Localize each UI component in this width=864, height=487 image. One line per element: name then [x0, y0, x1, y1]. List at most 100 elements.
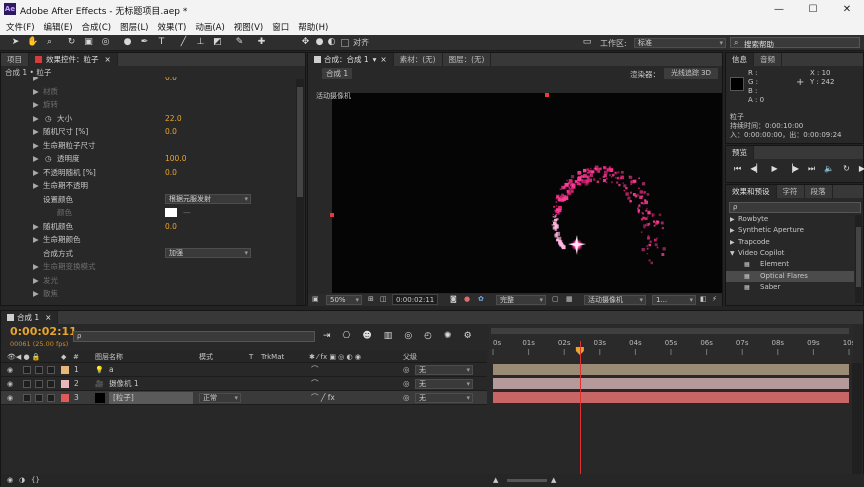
brush-tool-icon[interactable]: ╱ [178, 37, 189, 48]
menu-window[interactable]: 窗口 [272, 21, 289, 33]
effect-property-row[interactable]: ▶ ◷ 大小 22.0 [1, 112, 295, 125]
workspace-select[interactable]: 标准 [634, 38, 726, 48]
resolution-select[interactable]: 完整 [496, 295, 546, 305]
expand-arrow-icon[interactable]: ▶ [33, 98, 39, 111]
toggle-in-out-icon[interactable]: {} [31, 474, 40, 487]
shy-layers-icon[interactable]: ☻ [362, 331, 371, 341]
effect-property-row[interactable]: ▶ 生命期粒子尺寸 [1, 139, 295, 152]
timeline-current-time[interactable]: 0:00:02:11 [10, 325, 77, 338]
local-axis-icon[interactable]: ✥ [300, 37, 311, 48]
fast-preview-icon[interactable]: ⚡ [712, 295, 717, 303]
effect-property-row[interactable]: ▶ 散焦 [1, 287, 295, 300]
ellipse-tool-icon[interactable]: ● [122, 37, 133, 48]
effects-tree-item[interactable]: ▶ Trapcode [726, 237, 854, 248]
stopwatch-icon[interactable]: ◷ [45, 152, 52, 165]
transparency-grid-icon[interactable]: ▦ [566, 295, 573, 303]
first-frame-icon[interactable]: ⏮ [734, 164, 741, 174]
brainstorm-icon[interactable]: ✺ [444, 331, 452, 341]
expand-arrow-icon[interactable]: ▶ [33, 274, 39, 287]
region-of-interest-icon[interactable]: ▢ [552, 295, 559, 303]
effect-property-row[interactable]: ▶ 随机颜色 0.0 [1, 220, 295, 233]
expand-arrow-icon[interactable]: ▶ [33, 77, 39, 84]
menu-layer[interactable]: 图层(L) [120, 21, 148, 33]
frame-blending-icon[interactable]: ▥ [384, 331, 393, 341]
color-management-icon[interactable]: ✿ [478, 295, 484, 303]
minimize-button[interactable]: — [762, 0, 796, 19]
motion-blur-icon[interactable]: ◎ [404, 331, 412, 341]
effect-property-row[interactable]: ▶ 生命期变换模式 [1, 260, 295, 273]
eyedropper-icon[interactable]: — [183, 206, 191, 219]
time-ruler[interactable]: 0s 01s 02s 03s 04s 05s 06s 07s 08s 09s 10s [489, 325, 853, 365]
auto-keyframe-icon[interactable]: ⚙ [464, 331, 472, 341]
effects-tree-item[interactable]: ▦ Element [726, 259, 854, 270]
effect-property-row[interactable]: ▶ 0.0 [1, 77, 295, 84]
pen-tool-icon[interactable]: ✒ [139, 37, 150, 48]
effect-controls-scrollbar[interactable] [296, 79, 304, 305]
effects-tree-item[interactable]: ▦ Saber [726, 282, 854, 293]
effect-property-value[interactable]: 0.0 [165, 166, 177, 179]
effect-property-row[interactable]: ▶ 材质 [1, 85, 295, 98]
layer-duration-bar[interactable] [493, 378, 849, 389]
tab-info[interactable]: 信息 [726, 53, 754, 66]
bounding-handle-left[interactable] [330, 213, 334, 217]
view-layout-select[interactable]: 1... [652, 295, 696, 305]
toggle-modes-icon[interactable]: ◑ [19, 474, 25, 487]
tab-effects-presets[interactable]: 效果和预设 [726, 185, 777, 198]
effects-scrollbar[interactable] [855, 215, 862, 303]
effect-property-select[interactable]: 加强 [165, 247, 251, 258]
zoom-out-mountain-icon[interactable]: ▲ [493, 474, 498, 487]
puppet-tool-icon[interactable]: ✚ [256, 37, 267, 48]
roto-brush-tool-icon[interactable]: ✎ [234, 37, 245, 48]
zoom-in-mountain-icon[interactable]: ▲ [551, 474, 556, 487]
expand-arrow-icon[interactable]: ▶ [33, 260, 39, 273]
ram-preview-icon[interactable]: ▶▶ [859, 164, 864, 174]
loop-icon[interactable]: ↻ [843, 164, 850, 174]
toggle-switches-icon[interactable]: ◉ [7, 474, 13, 487]
tab-preview[interactable]: 预览 [726, 146, 754, 159]
help-search-field[interactable]: ⌕ 搜索帮助 [730, 37, 860, 49]
last-frame-icon[interactable]: ⏭ [808, 164, 815, 174]
selection-tool-icon[interactable]: ➤ [10, 37, 21, 48]
tab-footage[interactable]: 素材：(无) [394, 53, 443, 66]
maximize-button[interactable]: ☐ [796, 0, 830, 19]
tab-effect-controls[interactable]: 效果控件：粒子 × [29, 53, 118, 66]
tab-project[interactable]: 项目 [1, 53, 29, 66]
effect-property-row[interactable]: ▶ ◷ 透明度 100.0 [1, 152, 295, 165]
always-preview-icon[interactable]: ▣ [312, 295, 319, 303]
mask-visibility-icon[interactable]: ◫ [380, 295, 387, 303]
clone-stamp-tool-icon[interactable]: ⊥ [195, 37, 206, 48]
menu-view[interactable]: 视图(V) [234, 21, 263, 33]
effect-property-row[interactable]: ▶ 生命期颜色 [1, 233, 295, 246]
type-tool-icon[interactable]: T [156, 37, 167, 48]
close-comp-tab-icon[interactable]: × [380, 53, 386, 66]
effect-property-row[interactable]: ▶ 不透明随机 [%] 0.0 [1, 166, 295, 179]
hand-tool-icon[interactable]: ✋ [27, 37, 38, 48]
layer-duration-bar[interactable] [493, 392, 849, 403]
grid-icon[interactable]: ⊞ [368, 295, 374, 303]
menu-edit[interactable]: 编辑(E) [44, 21, 73, 33]
eraser-tool-icon[interactable]: ◩ [212, 37, 223, 48]
effect-property-row[interactable]: 颜色 — [1, 206, 295, 219]
effects-tree-item[interactable]: ▶ Synthetic Aperture [726, 225, 854, 236]
zoom-tool-icon[interactable]: ⌕ [44, 37, 55, 48]
expand-arrow-icon[interactable]: ▶ [33, 152, 39, 165]
close-button[interactable]: ✕ [830, 0, 864, 19]
expand-arrow-icon[interactable]: ▶ [33, 179, 39, 192]
draft-3d-icon[interactable]: ⎔ [343, 331, 351, 341]
comp-mini-flowchart-icon[interactable]: ⇥ [323, 331, 331, 341]
effect-property-value[interactable]: 0.0 [165, 77, 177, 84]
tab-layer[interactable]: 图层：(无) [443, 53, 492, 66]
color-swatch[interactable] [165, 208, 177, 217]
show-channel-icon[interactable]: ● [464, 295, 470, 303]
play-icon[interactable]: ▶ [772, 164, 778, 174]
menu-help[interactable]: 帮助(H) [298, 21, 328, 33]
comp-menu-icon[interactable]: ▾ [373, 53, 377, 66]
close-timeline-tab-icon[interactable]: × [45, 311, 51, 324]
effects-search-field[interactable]: ρ [729, 202, 861, 213]
menu-animation[interactable]: 动画(A) [195, 21, 224, 33]
composition-viewer[interactable] [332, 93, 722, 293]
graph-editor-icon[interactable]: ◴ [424, 331, 432, 341]
bounding-handle-top[interactable] [545, 93, 549, 97]
expand-arrow-icon[interactable]: ▶ [33, 125, 39, 138]
current-time-display[interactable]: 0:00:02:11 [392, 294, 439, 305]
